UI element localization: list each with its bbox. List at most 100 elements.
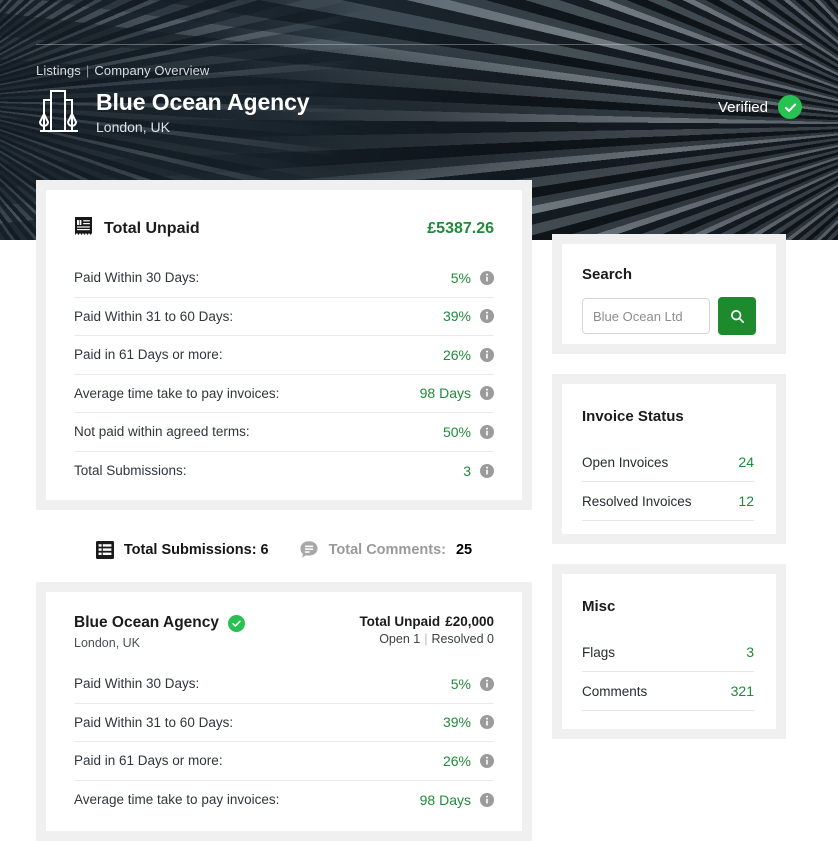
building-icon — [36, 86, 82, 138]
flags-label: Flags — [582, 644, 616, 660]
metric-label: Paid in 61 Days or more: — [74, 347, 223, 363]
list-item: Comments 321 — [582, 672, 754, 711]
verified-badge: Verified — [718, 95, 802, 119]
metric-row: Paid Within 31 to 60 Days: 39% — [74, 704, 494, 742]
card-title: Total Unpaid — [104, 220, 200, 237]
metric-row: Paid Within 31 to 60 Days: 39% — [74, 298, 494, 336]
metric-label: Paid Within 31 to 60 Days: — [74, 714, 234, 730]
search-button[interactable] — [718, 297, 756, 335]
submission-header: Blue Ocean Agency London, UK Total Unpai… — [74, 614, 494, 650]
metric-row: Paid in 61 Days or more: 26% — [74, 336, 494, 375]
invoice-status-title: Invoice Status — [582, 408, 684, 425]
open-invoices-value: 24 — [738, 454, 754, 470]
metric-row: Paid in 61 Days or more: 26% — [74, 742, 494, 781]
info-icon[interactable] — [480, 753, 494, 768]
totals-strip: Total Submissions: 6 Total Comments: 25 — [36, 534, 532, 566]
misc-panel: Misc Flags 3 Comments 321 — [552, 564, 786, 739]
breadcrumb-item-current: Company Overview — [94, 63, 210, 78]
metric-value: 3 — [463, 462, 471, 479]
company-text-block: Blue Ocean Agency London, UK — [96, 89, 310, 135]
metric-value: 26% — [442, 346, 471, 363]
metric-row: Average time take to pay invoices: 98 Da… — [74, 781, 494, 820]
metric-value: 98 Days — [419, 791, 471, 808]
submission-open-count: Open 1 — [379, 632, 421, 646]
metric-row: Paid Within 30 Days: 5% — [74, 665, 494, 704]
metric-label: Paid in 61 Days or more: — [74, 753, 223, 769]
card-header: Total Unpaid £5387.26 — [74, 216, 494, 242]
submission-company-name: Blue Ocean Agency — [74, 614, 220, 631]
info-icon[interactable] — [480, 270, 494, 285]
info-icon[interactable] — [480, 309, 494, 324]
comments-label: Comments — [582, 683, 648, 699]
counts-separator: | — [424, 632, 428, 646]
info-icon[interactable] — [480, 424, 494, 439]
total-comments-label: Total Comments: — [328, 542, 446, 558]
invoice-status-panel: Invoice Status Open Invoices 24 Resolved… — [552, 374, 786, 544]
submission-resolved-count: Resolved 0 — [431, 632, 494, 646]
check-circle-icon — [778, 95, 802, 119]
receipt-icon — [74, 216, 93, 242]
metric-value: 98 Days — [419, 385, 471, 402]
open-invoices-label: Open Invoices — [582, 454, 669, 470]
total-submissions-label: Total Submissions: 6 — [123, 542, 269, 558]
search-panel-title: Search — [582, 266, 633, 283]
total-comments-count: 25 — [455, 542, 473, 558]
list-item: Open Invoices 24 — [582, 443, 754, 482]
submission-identity: Blue Ocean Agency London, UK — [74, 614, 246, 650]
resolved-invoices-label: Resolved Invoices — [582, 493, 692, 509]
submission-card: Blue Ocean Agency London, UK Total Unpai… — [36, 582, 532, 841]
breadcrumb-item-listings[interactable]: Listings — [36, 63, 81, 78]
info-icon[interactable] — [480, 347, 494, 362]
total-unpaid-amount: £5387.26 — [427, 220, 494, 237]
company-location: London, UK — [96, 118, 170, 135]
submission-location: London, UK — [74, 636, 141, 650]
metric-row: Total Submissions: 3 — [74, 452, 494, 491]
page-title: Blue Ocean Agency — [96, 89, 310, 116]
comment-icon — [299, 540, 319, 560]
metric-value: 39% — [442, 308, 471, 325]
total-unpaid-card: Total Unpaid £5387.26 Paid Within 30 Day… — [36, 180, 532, 510]
company-overview-page: Listings | Company Overview Blue Ocean Age… — [0, 0, 838, 841]
metric-label: Paid Within 30 Days: — [74, 270, 200, 286]
submission-unpaid-label: Total Unpaid — [359, 614, 441, 629]
breadcrumb-separator: | — [85, 63, 90, 78]
total-submissions-item: Total Submissions: 6 — [95, 541, 269, 559]
list-icon — [95, 541, 114, 559]
list-item: Resolved Invoices 12 — [582, 482, 754, 521]
info-icon[interactable] — [480, 676, 494, 691]
hero-divider — [36, 44, 802, 45]
resolved-invoices-value: 12 — [738, 493, 754, 509]
check-circle-icon — [228, 614, 246, 632]
metric-label: Paid Within 30 Days: — [74, 676, 200, 692]
metric-row: Paid Within 30 Days: 5% — [74, 259, 494, 298]
metric-label: Not paid within agreed terms: — [74, 424, 250, 440]
metric-label: Paid Within 31 to 60 Days: — [74, 308, 234, 324]
metric-row: Not paid within agreed terms: 50% — [74, 413, 494, 452]
metric-row: Average time take to pay invoices: 98 Da… — [74, 375, 494, 413]
total-comments-item: Total Comments: 25 — [299, 540, 473, 560]
info-icon[interactable] — [480, 463, 494, 478]
misc-title: Misc — [582, 598, 616, 615]
search-icon — [730, 309, 745, 324]
metric-label: Total Submissions: — [74, 463, 187, 479]
flags-value: 3 — [746, 644, 754, 660]
metric-value: 39% — [442, 714, 471, 731]
info-icon[interactable] — [480, 792, 494, 807]
submission-unpaid-amount: £20,000 — [445, 614, 494, 629]
search-input[interactable] — [582, 298, 710, 334]
company-identity: Blue Ocean Agency London, UK — [36, 86, 310, 138]
info-icon[interactable] — [480, 715, 494, 730]
submission-totals: Total Unpaid £20,000 Open 1 | Resolved 0 — [359, 614, 494, 646]
breadcrumb: Listings | Company Overview — [36, 63, 209, 78]
verified-label: Verified — [717, 98, 768, 116]
comments-value: 321 — [730, 683, 754, 699]
metric-label: Average time take to pay invoices: — [74, 792, 280, 808]
metric-value: 50% — [442, 423, 471, 440]
metric-value: 5% — [450, 675, 471, 692]
search-panel: Search — [552, 234, 786, 354]
metric-value: 26% — [442, 752, 471, 769]
metric-value: 5% — [450, 269, 471, 286]
list-item: Flags 3 — [582, 633, 754, 672]
info-icon[interactable] — [480, 386, 494, 401]
metric-label: Average time take to pay invoices: — [74, 385, 280, 401]
